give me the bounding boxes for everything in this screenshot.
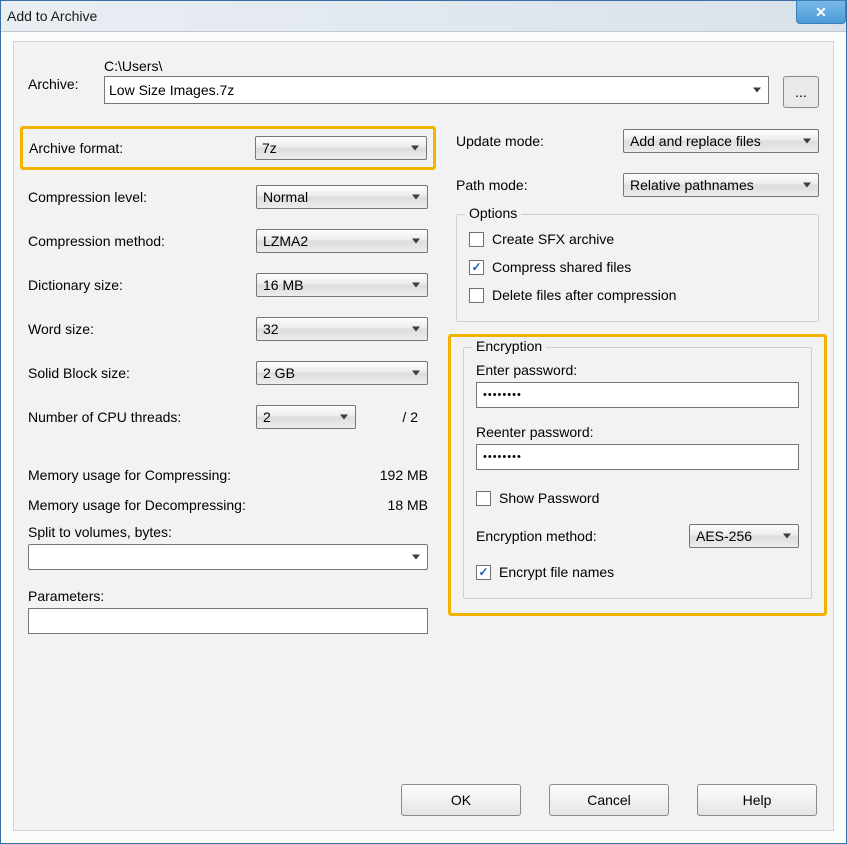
word-value: 32 <box>263 321 279 337</box>
update-label: Update mode: <box>456 133 623 149</box>
browse-label: ... <box>795 84 807 100</box>
pathmode-value: Relative pathnames <box>630 177 754 193</box>
reenter-password-input[interactable] <box>476 444 799 470</box>
chevron-down-icon <box>753 88 761 93</box>
format-select[interactable]: 7z <box>255 136 427 160</box>
chevron-down-icon <box>412 327 420 332</box>
sfx-checkbox[interactable] <box>469 232 484 247</box>
enc-method-label: Encryption method: <box>476 528 679 544</box>
browse-button[interactable]: ... <box>783 76 819 108</box>
archive-label: Archive: <box>28 58 90 92</box>
show-password-checkbox[interactable] <box>476 491 491 506</box>
chevron-down-icon <box>412 283 420 288</box>
cancel-button[interactable]: Cancel <box>549 784 669 816</box>
enc-method-select[interactable]: AES-256 <box>689 524 799 548</box>
body-columns: Archive format: 7z Compression level: <box>28 126 819 634</box>
close-button[interactable]: ✕ <box>796 0 846 24</box>
split-label: Split to volumes, bytes: <box>28 524 428 540</box>
block-label: Solid Block size: <box>28 365 256 381</box>
help-button[interactable]: Help <box>697 784 817 816</box>
encryption-group: Encryption Enter password: Reenter passw… <box>463 347 812 599</box>
delete-label: Delete files after compression <box>492 287 676 303</box>
dict-label: Dictionary size: <box>28 277 256 293</box>
chevron-down-icon <box>803 139 811 144</box>
method-label: Compression method: <box>28 233 256 249</box>
format-value: 7z <box>262 140 277 156</box>
help-label: Help <box>743 792 772 808</box>
reenter-password-label: Reenter password: <box>476 424 799 440</box>
add-to-archive-dialog: Add to Archive ✕ Archive: C:\Users\ Low … <box>0 0 847 844</box>
enc-method-value: AES-256 <box>696 528 752 544</box>
update-value: Add and replace files <box>630 133 761 149</box>
chevron-down-icon <box>411 146 419 151</box>
method-select[interactable]: LZMA2 <box>256 229 428 253</box>
archive-filename-value: Low Size Images.7z <box>109 82 234 98</box>
level-value: Normal <box>263 189 308 205</box>
threads-total: / 2 <box>366 409 418 425</box>
cancel-label: Cancel <box>587 792 631 808</box>
left-column: Archive format: 7z Compression level: <box>28 126 428 634</box>
archive-filename-combo[interactable]: Low Size Images.7z <box>104 76 769 104</box>
threads-value: 2 <box>263 409 271 425</box>
word-label: Word size: <box>28 321 256 337</box>
threads-select[interactable]: 2 <box>256 405 356 429</box>
mem-comp-value: 192 MB <box>348 467 428 483</box>
pathmode-label: Path mode: <box>456 177 623 193</box>
enter-password-label: Enter password: <box>476 362 799 378</box>
encrypt-names-checkbox[interactable] <box>476 565 491 580</box>
close-icon: ✕ <box>815 4 827 21</box>
options-group: Options Create SFX archive Compress shar… <box>456 214 819 322</box>
dict-value: 16 MB <box>263 277 303 293</box>
right-column: Update mode: Add and replace files Path … <box>456 126 819 634</box>
format-label: Archive format: <box>29 140 255 156</box>
encryption-highlight: Encryption Enter password: Reenter passw… <box>448 334 827 616</box>
chevron-down-icon <box>412 239 420 244</box>
delete-checkbox[interactable] <box>469 288 484 303</box>
mem-comp-label: Memory usage for Compressing: <box>28 467 348 483</box>
archive-row: Archive: C:\Users\ Low Size Images.7z ..… <box>28 58 819 108</box>
block-value: 2 GB <box>263 365 295 381</box>
dialog-client: Archive: C:\Users\ Low Size Images.7z ..… <box>13 41 834 831</box>
sfx-label: Create SFX archive <box>492 231 614 247</box>
threads-label: Number of CPU threads: <box>28 409 256 425</box>
level-label: Compression level: <box>28 189 256 205</box>
params-input[interactable] <box>28 608 428 634</box>
chevron-down-icon <box>412 195 420 200</box>
window-title: Add to Archive <box>7 8 97 24</box>
shared-label: Compress shared files <box>492 259 631 275</box>
level-select[interactable]: Normal <box>256 185 428 209</box>
chevron-down-icon <box>412 371 420 376</box>
titlebar: Add to Archive ✕ <box>1 1 846 32</box>
archive-path-prefix: C:\Users\ <box>104 58 769 74</box>
show-password-label: Show Password <box>499 490 599 506</box>
chevron-down-icon <box>412 555 420 560</box>
enter-password-input[interactable] <box>476 382 799 408</box>
word-select[interactable]: 32 <box>256 317 428 341</box>
ok-label: OK <box>451 792 471 808</box>
split-combo[interactable] <box>28 544 428 570</box>
mem-decomp-value: 18 MB <box>348 497 428 513</box>
dialog-buttons: OK Cancel Help <box>401 784 817 816</box>
dict-select[interactable]: 16 MB <box>256 273 428 297</box>
block-select[interactable]: 2 GB <box>256 361 428 385</box>
chevron-down-icon <box>803 183 811 188</box>
chevron-down-icon <box>783 534 791 539</box>
options-legend: Options <box>465 205 521 221</box>
update-select[interactable]: Add and replace files <box>623 129 819 153</box>
ok-button[interactable]: OK <box>401 784 521 816</box>
encryption-legend: Encryption <box>472 338 546 354</box>
mem-decomp-label: Memory usage for Decompressing: <box>28 497 348 513</box>
encrypt-names-label: Encrypt file names <box>499 564 614 580</box>
method-value: LZMA2 <box>263 233 308 249</box>
archive-format-highlight: Archive format: 7z <box>20 126 436 170</box>
pathmode-select[interactable]: Relative pathnames <box>623 173 819 197</box>
params-label: Parameters: <box>28 588 428 604</box>
shared-checkbox[interactable] <box>469 260 484 275</box>
chevron-down-icon <box>340 415 348 420</box>
